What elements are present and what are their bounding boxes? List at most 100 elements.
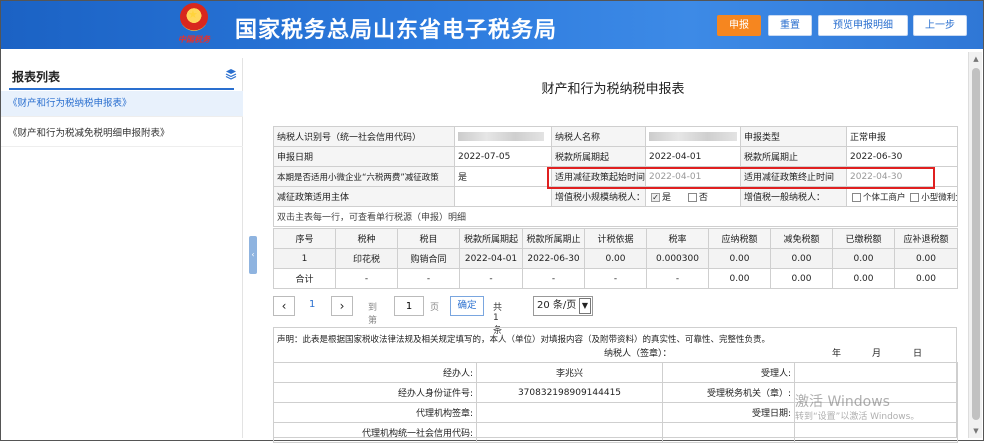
signer-label: 纳税人（签章）： [604,349,672,359]
declare-type-label: 申报类型 [740,126,847,147]
cell: 0.00 [894,248,958,269]
accept-date-label: 受理日期: [662,402,795,423]
small-scale-no-label: 否 [698,193,708,203]
cell: - [459,268,523,289]
cell: 购销合同 [397,248,460,269]
goto-confirm-button[interactable]: 确定 [450,296,484,316]
six-tax-policy-label: 本期是否适用小微企业“六税两费”减征政策 [273,166,455,187]
redacted-taxpayer-id [458,131,544,141]
form-title: 财产和行为税纳税申报表 [541,82,685,97]
policy-subject-label: 减征政策适用主体 [273,186,455,207]
agent-id-label: 经办人身份证件号: [273,382,477,403]
cell: - [646,268,709,289]
tax-detail-table: 序号 税种 税目 税款所属期起 税款所属期止 计税依据 税率 应纳税额 减免税额… [273,228,958,289]
scroll-down-icon[interactable]: ▼ [972,427,980,435]
table-row-total: 合计 - - - - - - 0.00 0.00 0.00 0.00 [273,268,958,289]
report-list-sidebar: 报表列表 《财产和行为税纳税申报表》 《财产和行为税减免税明细申报附表》 [1,58,243,438]
scrollbar-thumb[interactable] [972,68,980,420]
table-row: 双击主表每一行，可查看单行税源（申报）明细 [273,206,958,227]
col-header-tax-payable: 应纳税额 [708,228,771,249]
sidebar-title-underline [9,88,234,90]
page-size-select[interactable]: 20 条/页 ▼ [533,296,593,316]
individual-business-label: 个体工商户 [863,192,906,203]
activation-watermark-hint: 转到“设置”以激活 Windows。 [795,412,920,422]
empty-cell [662,422,795,443]
cell: - [397,268,460,289]
star-icon: ★ [188,8,198,21]
agency-seal-label: 代理机构签章: [273,402,477,423]
individual-business-checkbox[interactable] [852,192,861,202]
agent-label: 经办人: [273,362,477,383]
declare-type-value: 正常申报 [846,126,958,147]
logo-script-text: 中国税务 [178,35,210,44]
cell: 0.000300 [646,248,709,269]
chevron-down-icon[interactable]: ▼ [579,298,591,314]
declare-date-value: 2022-07-05 [454,146,552,167]
next-page-button[interactable]: › [331,296,353,316]
col-header-tax-rate: 税率 [646,228,709,249]
col-header-tax-item: 税目 [397,228,460,249]
agent-id-value: 370832198909144415 [476,382,663,403]
period-end-value: 2022-06-30 [846,146,958,167]
agency-credit-label: 代理机构统一社会信用代码: [273,422,477,443]
cell: 0.00 [770,248,833,269]
sidebar-item-relief-schedule[interactable]: 《财产和行为税减免税明细申报附表》 [1,121,243,147]
small-scale-no-checkbox[interactable] [687,193,697,202]
taxpayer-name-label: 纳税人名称 [551,126,646,147]
receiver-value [794,362,958,383]
activation-watermark-title: 激活 Windows [795,394,890,410]
agent-name: 李兆兴 [476,362,663,383]
sidebar-collapse-handle[interactable]: ‹ [249,236,257,274]
cell: 0.00 [832,268,895,289]
table-row[interactable]: 1 印花税 购销合同 2022-04-01 2022-06-30 0.00 0.… [273,248,958,269]
col-header-tax-due: 应补退税额 [894,228,958,249]
submit-declare-button[interactable]: 申报 [717,15,761,36]
prev-page-button[interactable]: ‹ [273,296,295,316]
table-row: 申报日期 2022-07-05 税款所属期起 2022-04-01 税款所属期止… [273,146,958,167]
period-end-label: 税款所属期止 [740,146,847,167]
redacted-taxpayer-name [649,131,737,141]
cell: - [522,268,585,289]
micro-enterprise-label: 小型微利企业 [921,192,956,203]
tax-office-label: 受理税务机关（章）: [662,382,795,403]
scroll-up-icon[interactable]: ▲ [972,55,980,63]
taxpayer-id-value [454,126,552,147]
declaration-statement: 声明：此表是根据国家税收法律法规及相关规定填写的，本人（单位）对填报内容（及附带… [277,335,771,345]
period-start-label: 税款所属期起 [551,146,646,167]
policy-period-highlight [547,167,935,189]
six-tax-policy-value[interactable]: 是 [454,166,552,187]
previous-step-button[interactable]: 上一步 [913,15,967,36]
taxpayer-id-label: 纳税人识别号（统一社会信用代码） [273,126,455,147]
col-header-period-end: 税款所属期止 [522,228,585,249]
table-row: 代理机构统一社会信用代码: [273,422,958,443]
agency-credit-value [476,422,663,443]
small-scale-label: 增值税小规模纳税人： [551,186,646,207]
micro-enterprise-checkbox[interactable] [910,192,920,202]
small-scale-yes-checkbox[interactable]: ✓ [651,193,660,202]
col-header-tax-paid: 已缴税额 [832,228,895,249]
sidebar-item-main-report[interactable]: 《财产和行为税纳税申报表》 [1,91,243,117]
receiver-label: 受理人: [662,362,795,383]
goto-page-input[interactable] [394,296,424,316]
current-page[interactable]: 1 [309,299,315,310]
col-header-seq: 序号 [273,228,336,249]
period-start-value: 2022-04-01 [645,146,741,167]
cell: 0.00 [894,268,958,289]
cell: - [584,268,647,289]
preview-details-button[interactable]: 预览申报明细 [818,15,908,36]
layers-icon[interactable] [225,68,237,80]
sidebar-title: 报表列表 [12,70,61,84]
double-click-hint: 双击主表每一行，可查看单行税源（申报）明细 [273,206,958,227]
taxpayer-name-value [645,126,741,147]
cell: 0.00 [584,248,647,269]
cell: 印花税 [335,248,398,269]
cell: - [335,268,398,289]
day-label: 日 [913,349,923,359]
table-row: 减征政策适用主体 增值税小规模纳税人： ✓ 是 否 增值税一般纳税人： 个体工商户… [273,186,958,207]
reset-button[interactable]: 重置 [768,15,812,36]
small-scale-yes-label: 是 [662,193,672,203]
vertical-scrollbar[interactable]: ▲ ▼ [968,52,982,438]
site-title: 国家税务总局山东省电子税务局 [235,18,558,43]
year-label: 年 [832,349,842,359]
month-label: 月 [872,349,882,359]
